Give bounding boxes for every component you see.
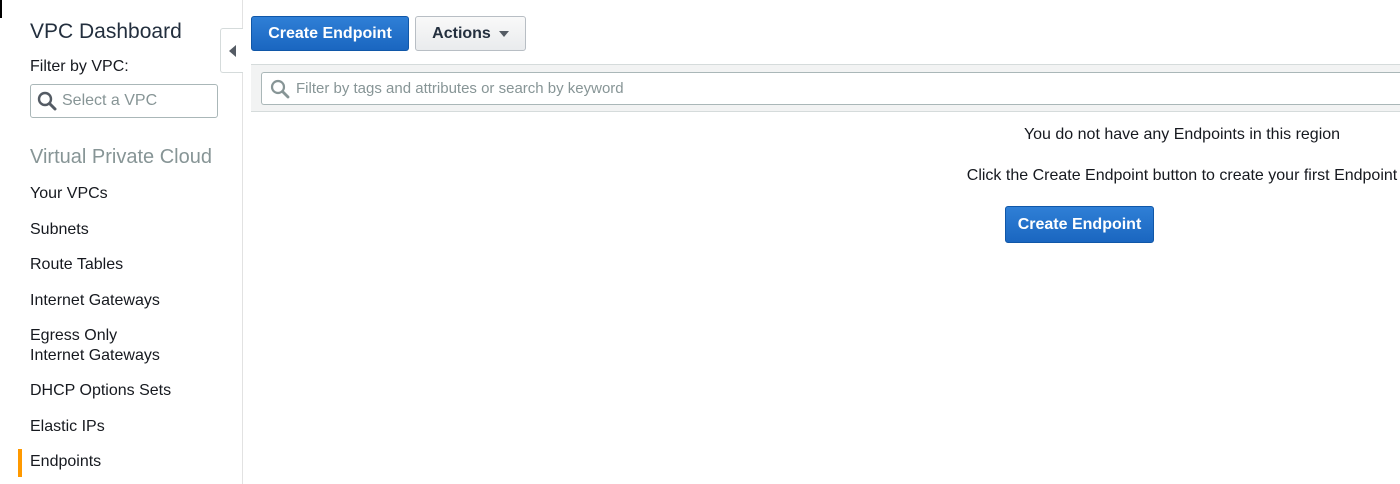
chevron-left-icon <box>228 44 236 57</box>
sidebar-item-your-vpcs[interactable]: Your VPCs <box>0 184 200 204</box>
main-content: Create Endpoint Actions Filter by tags a… <box>243 0 1400 484</box>
filter-by-vpc-label: Filter by VPC: <box>30 58 129 75</box>
sidebar-item-endpoints[interactable]: Endpoints <box>0 449 200 477</box>
filter-bar: Filter by tags and attributes or search … <box>251 64 1400 112</box>
sidebar-item-dhcp-options-sets[interactable]: DHCP Options Sets <box>0 381 200 401</box>
sidebar-title[interactable]: VPC Dashboard <box>30 20 182 44</box>
sidebar-item-elastic-ips[interactable]: Elastic IPs <box>0 417 200 437</box>
sidebar-collapse-button[interactable] <box>220 28 243 73</box>
vpc-select-input[interactable]: Select a VPC <box>30 84 218 118</box>
actions-dropdown-button[interactable]: Actions <box>415 16 526 51</box>
search-icon <box>37 91 57 111</box>
section-title-virtual-private-cloud: Virtual Private Cloud <box>30 146 212 168</box>
create-endpoint-button[interactable]: Create Endpoint <box>251 16 409 51</box>
sidebar-item-subnets[interactable]: Subnets <box>0 220 200 240</box>
empty-state-message: You do not have any Endpoints in this re… <box>1023 126 1341 143</box>
vpc-console: VPC Dashboard Filter by VPC: Select a VP… <box>0 0 1400 484</box>
empty-state-instruction: Click the Create Endpoint button to crea… <box>966 167 1398 184</box>
actions-label: Actions <box>432 24 491 42</box>
edge-mark <box>0 0 2 18</box>
sidebar-nav: Your VPCs Subnets Route Tables Internet … <box>0 184 242 484</box>
caret-down-icon <box>498 30 509 37</box>
sidebar-item-route-tables[interactable]: Route Tables <box>0 255 200 275</box>
search-icon <box>270 79 290 99</box>
search-filter-input[interactable]: Filter by tags and attributes or search … <box>261 72 1400 105</box>
create-endpoint-button-empty-state[interactable]: Create Endpoint <box>1005 206 1154 243</box>
sidebar: VPC Dashboard Filter by VPC: Select a VP… <box>0 0 243 484</box>
sidebar-item-internet-gateways[interactable]: Internet Gateways <box>0 291 200 311</box>
vpc-select-placeholder: Select a VPC <box>62 92 158 109</box>
search-filter-placeholder: Filter by tags and attributes or search … <box>296 80 624 97</box>
sidebar-item-egress-only-internet-gateways[interactable]: Egress Only Internet Gateways <box>0 326 175 366</box>
